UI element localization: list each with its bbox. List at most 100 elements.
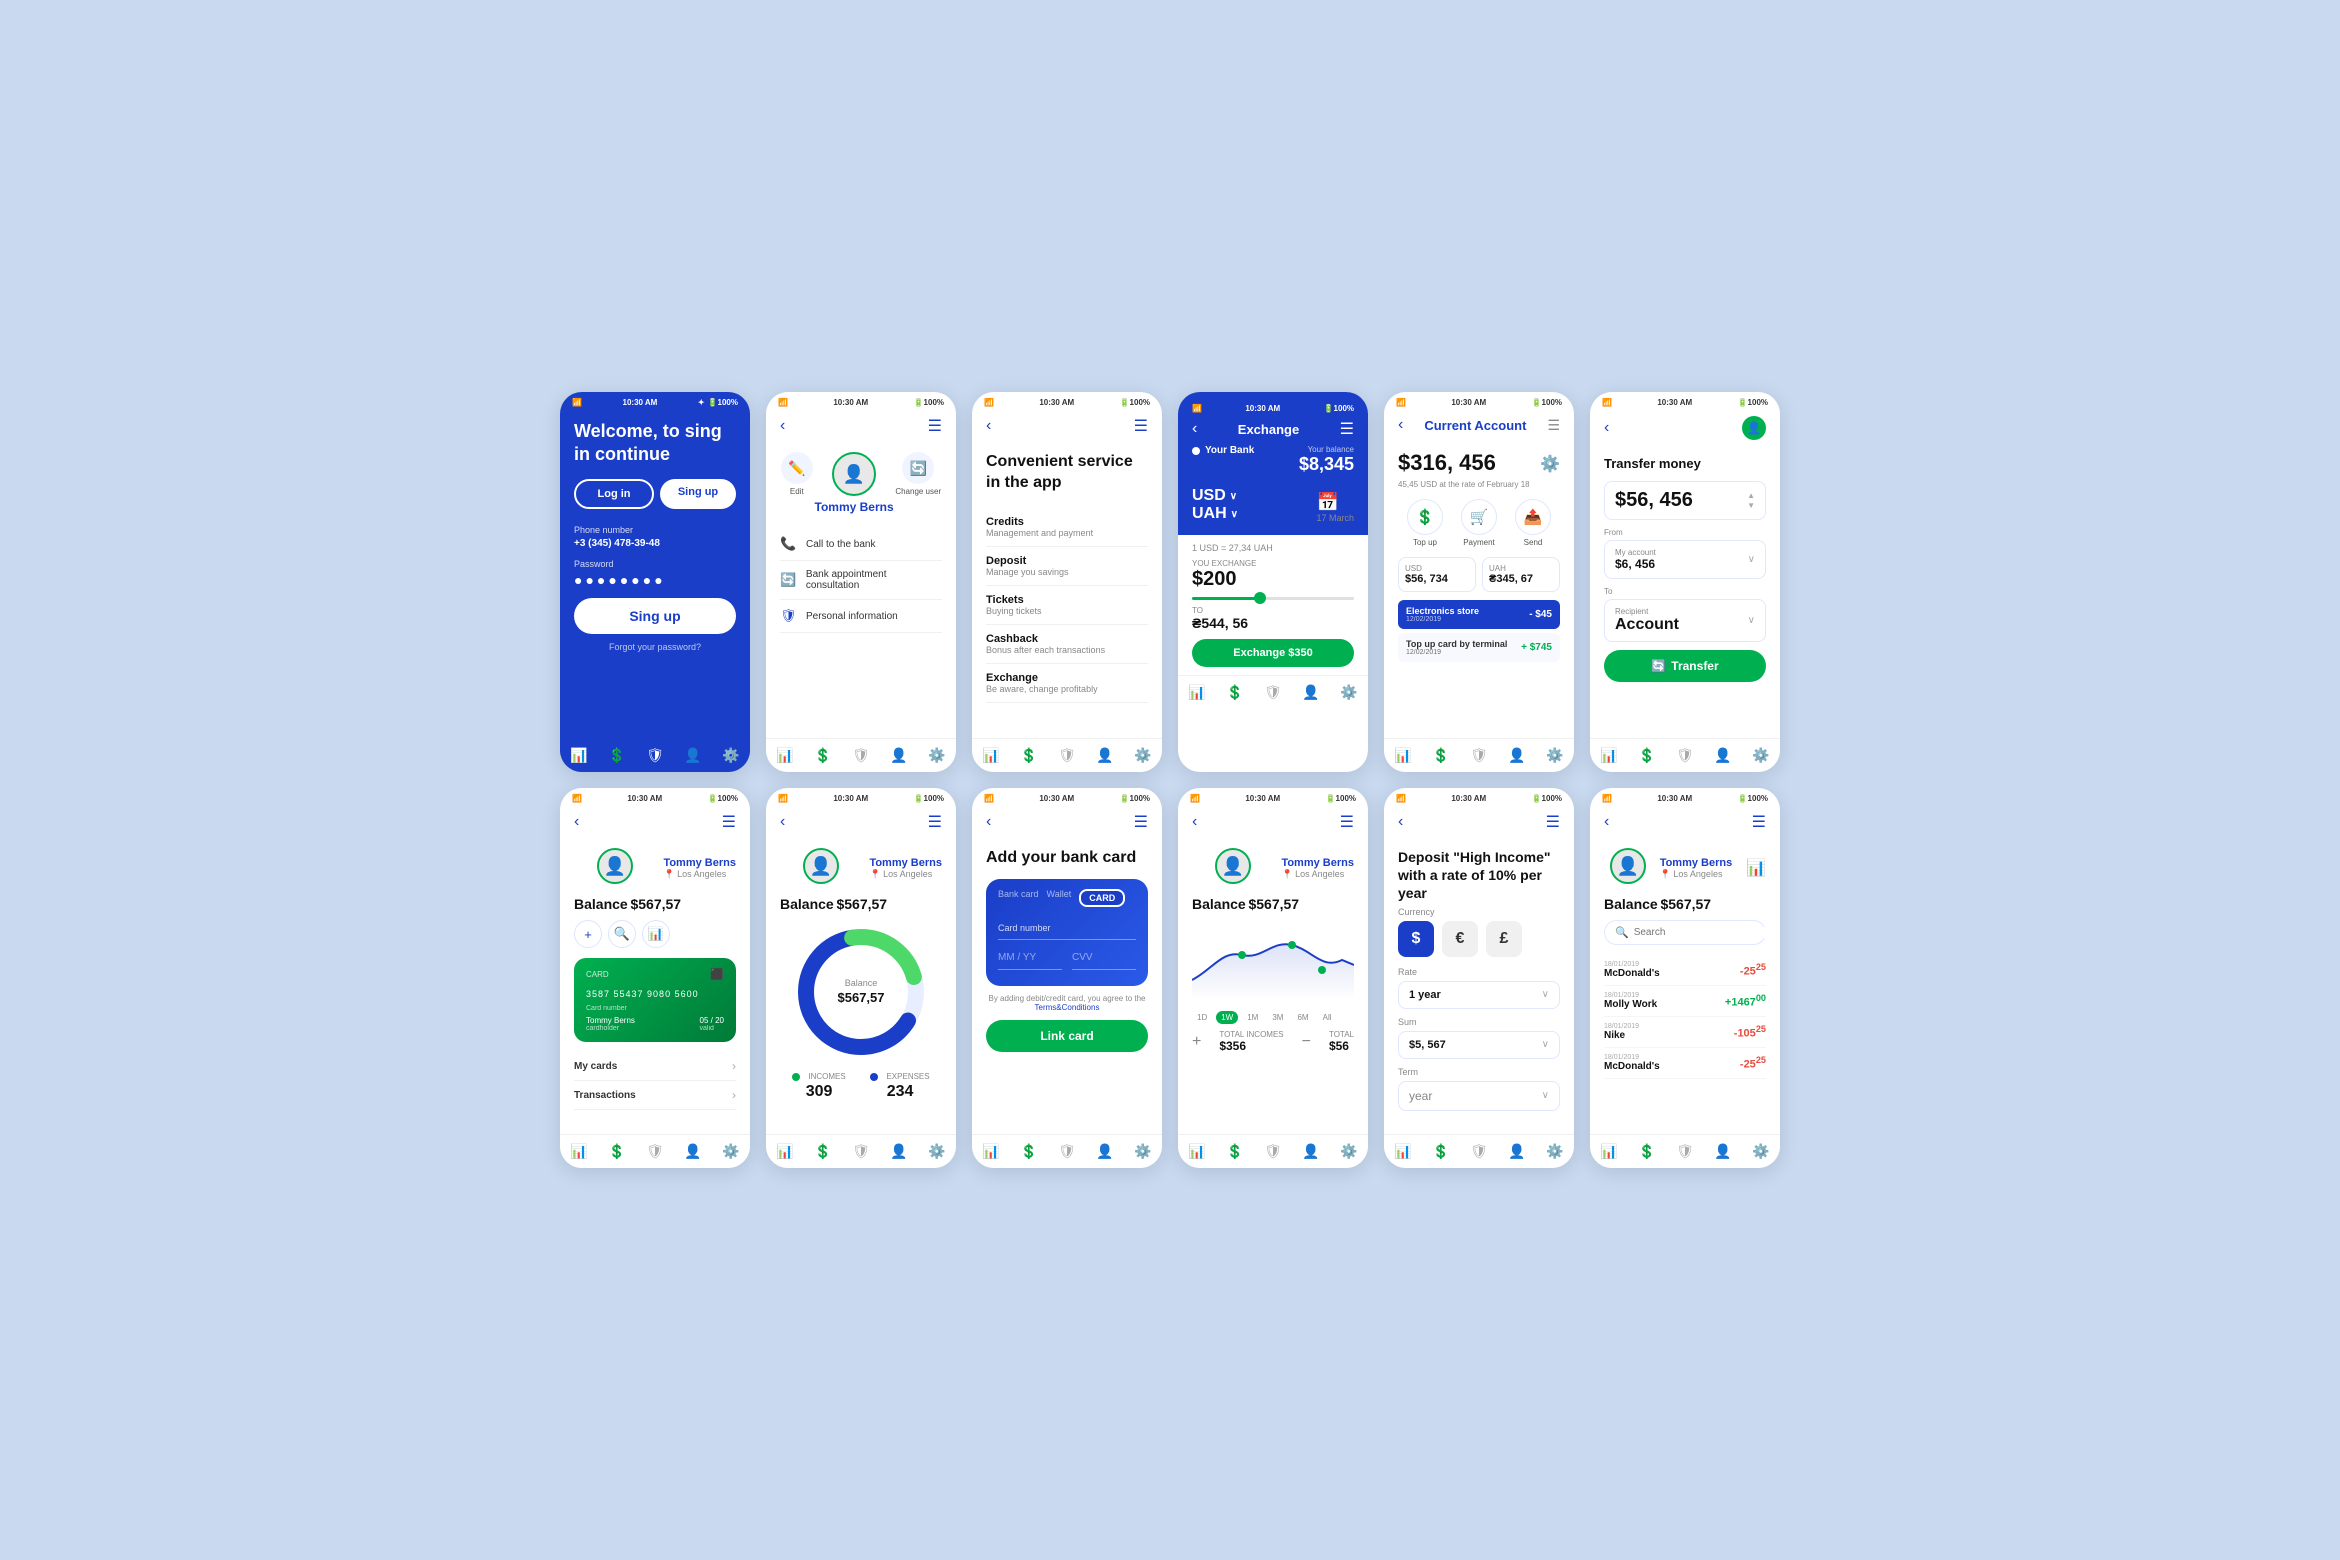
nav-user-6[interactable]: 👤 [1714,747,1731,764]
nav-shield-2[interactable]: 🛡 [852,747,870,764]
expiry-field[interactable]: MM / YY [998,946,1062,970]
back-button-2[interactable]: ‹ [780,417,785,435]
card-number-field[interactable]: Card number [998,917,1136,940]
hamburger-8[interactable]: ☰ [928,812,942,832]
send-action[interactable]: 📤 Send [1515,499,1551,547]
nav-shield-3[interactable]: 🛡 [1058,747,1076,764]
nav-shield-8[interactable]: 🛡 [852,1143,870,1160]
nav-user-11[interactable]: 👤 [1508,1143,1525,1160]
nav-stats-7[interactable]: 📊 [570,1143,587,1160]
back-button-6[interactable]: ‹ [1604,419,1609,437]
filter-6m[interactable]: 6M [1292,1011,1313,1024]
nav-user-icon[interactable]: 👤 [684,747,701,764]
back-button-4[interactable]: ‹ [1192,420,1197,438]
service-credits[interactable]: Credits Management and payment [986,508,1148,547]
nav-stats-5[interactable]: 📊 [1394,747,1411,764]
nav-user-2[interactable]: 👤 [890,747,907,764]
back-button-3[interactable]: ‹ [986,417,991,435]
payment-action[interactable]: 🛒 Payment [1461,499,1497,547]
transaction-row-1[interactable]: 18/01/2019 McDonald's -2525 [1604,955,1766,986]
nav-dollar-10[interactable]: 💲 [1226,1143,1243,1160]
back-button-10[interactable]: ‹ [1192,813,1197,831]
nav-settings-6[interactable]: ⚙️ [1752,747,1769,764]
filter-1d[interactable]: 1D [1192,1011,1212,1024]
exchange-slider[interactable] [1192,597,1354,600]
nav-stats-12[interactable]: 📊 [1600,1143,1617,1160]
nav-dollar-2[interactable]: 💲 [814,747,831,764]
menu-item-call[interactable]: 📞 Call to the bank [780,528,942,561]
hamburger-12[interactable]: ☰ [1752,812,1766,832]
filter-all[interactable]: All [1318,1011,1337,1024]
login-button[interactable]: Log in [574,479,654,509]
cvv-field[interactable]: CVV [1072,946,1136,970]
nav-dollar-4[interactable]: 💲 [1226,684,1243,701]
nav-dollar-5[interactable]: 💲 [1432,747,1449,764]
filter-3m[interactable]: 3M [1267,1011,1288,1024]
nav-shield-5[interactable]: 🛡 [1470,747,1488,764]
menu-item-appointment[interactable]: 🔄 Bank appointment consultation [780,561,942,600]
nav-dollar-3[interactable]: 💲 [1020,747,1037,764]
term-field-11[interactable]: year ∨ [1398,1081,1560,1111]
transfer-button[interactable]: 🔄 Transfer [1604,650,1766,682]
change-user-item[interactable]: 🔄 Change user [895,452,941,496]
exchange-button[interactable]: Exchange $350 [1192,639,1354,667]
nav-dollar-9[interactable]: 💲 [1020,1143,1037,1160]
nav-settings-9[interactable]: ⚙️ [1134,1143,1151,1160]
add-button-7[interactable]: + [574,920,602,948]
tab-wallet[interactable]: Wallet [1047,889,1072,907]
currency-eur-btn[interactable]: € [1442,921,1478,957]
service-tickets[interactable]: Tickets Buying tickets [986,586,1148,625]
nav-user-12[interactable]: 👤 [1714,1143,1731,1160]
nav-dollar-12[interactable]: 💲 [1638,1143,1655,1160]
nav-shield-12[interactable]: 🛡 [1676,1143,1694,1160]
calendar-icon-4[interactable]: 📅 [1316,492,1354,513]
nav-user-3[interactable]: 👤 [1096,747,1113,764]
menu-item-personal[interactable]: 🛡 Personal information [780,600,942,633]
transactions-link[interactable]: Transactions › [574,1081,736,1110]
chart-icon-12[interactable]: 📊 [1746,858,1766,878]
back-button-12[interactable]: ‹ [1604,813,1609,831]
search-button-7[interactable]: 🔍 [608,920,636,948]
back-button-11[interactable]: ‹ [1398,813,1403,831]
sum-field-11[interactable]: $5, 567 ∨ [1398,1031,1560,1059]
nav-settings-8[interactable]: ⚙️ [928,1143,945,1160]
nav-stats-2[interactable]: 📊 [776,747,793,764]
service-exchange[interactable]: Exchange Be aware, change profitably [986,664,1148,703]
nav-dollar-11[interactable]: 💲 [1432,1143,1449,1160]
nav-settings-12[interactable]: ⚙️ [1752,1143,1769,1160]
nav-stats-3[interactable]: 📊 [982,747,999,764]
topup-action[interactable]: 💲 Top up [1407,499,1443,547]
nav-shield-11[interactable]: 🛡 [1470,1143,1488,1160]
transaction-electronics[interactable]: Electronics store 12/02/2019 - $45 [1398,600,1560,629]
hamburger-5[interactable]: ☰ [1547,417,1560,434]
from-box[interactable]: My account $6, 456 ∨ [1604,540,1766,579]
nav-stats-4[interactable]: 📊 [1188,684,1205,701]
nav-stats-6[interactable]: 📊 [1600,747,1617,764]
nav-settings-7[interactable]: ⚙️ [722,1143,739,1160]
nav-shield-10[interactable]: 🛡 [1264,1143,1282,1160]
filter-1m[interactable]: 1M [1242,1011,1263,1024]
nav-stats-11[interactable]: 📊 [1394,1143,1411,1160]
hamburger-9[interactable]: ☰ [1134,812,1148,832]
hamburger-10[interactable]: ☰ [1340,812,1354,832]
link-card-button[interactable]: Link card [986,1020,1148,1052]
nav-settings-10[interactable]: ⚙️ [1340,1143,1357,1160]
currency-gbp-btn[interactable]: £ [1486,921,1522,957]
my-cards-link[interactable]: My cards › [574,1052,736,1081]
rate-field-11[interactable]: 1 year ∨ [1398,981,1560,1009]
nav-dollar-8[interactable]: 💲 [814,1143,831,1160]
transaction-row-3[interactable]: 18/01/2019 Nike -10525 [1604,1017,1766,1048]
forgot-password-link[interactable]: Forgot your password? [574,642,736,652]
total-add-btn[interactable]: + [1192,1033,1201,1051]
hamburger-4[interactable]: ☰ [1340,419,1354,439]
nav-user-8[interactable]: 👤 [890,1143,907,1160]
nav-user-7[interactable]: 👤 [684,1143,701,1160]
transaction-topup[interactable]: Top up card by terminal 12/02/2019 + $74… [1398,633,1560,662]
service-cashback[interactable]: Cashback Bonus after each transactions [986,625,1148,664]
nav-shield-9[interactable]: 🛡 [1058,1143,1076,1160]
terms-link[interactable]: Terms&Conditions [1035,1003,1100,1012]
edit-profile-item[interactable]: ✏️ Edit [781,452,813,496]
nav-shield-4[interactable]: 🛡 [1264,684,1282,701]
nav-user-10[interactable]: 👤 [1302,1143,1319,1160]
nav-user-5[interactable]: 👤 [1508,747,1525,764]
